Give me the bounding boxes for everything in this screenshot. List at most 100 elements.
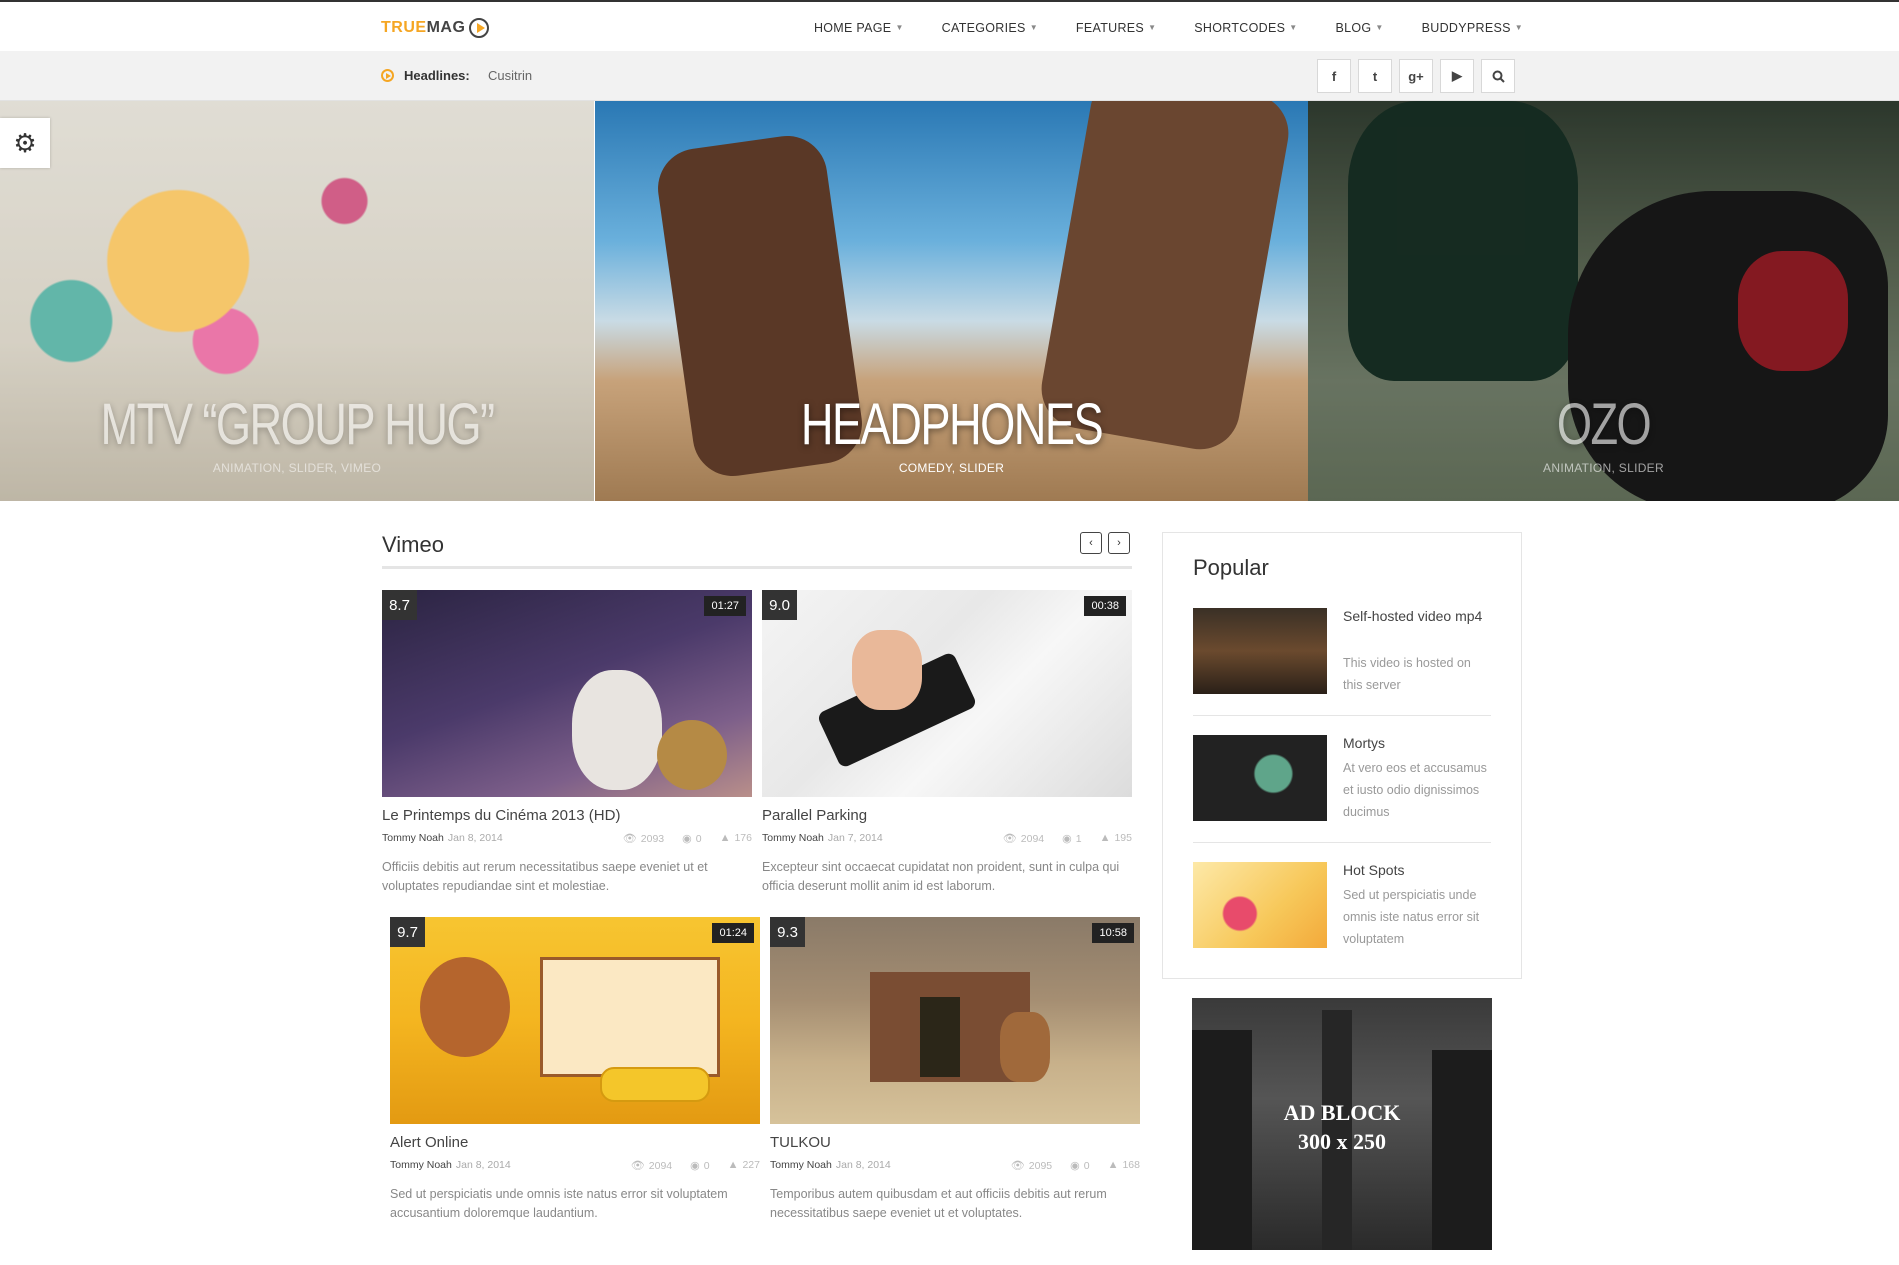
author-name[interactable]: Tommy Noah Jan 8, 2014 (770, 1159, 891, 1171)
author-name[interactable]: Tommy Noah Jan 8, 2014 (382, 832, 503, 844)
social-icons: f t g+ ▶ (1317, 59, 1515, 93)
nav-shortcodes[interactable]: SHORTCODES ▼ (1194, 21, 1297, 35)
post-date: Jan 8, 2014 (455, 1159, 511, 1171)
nav-label: HOME PAGE (813, 20, 892, 35)
nav-categories[interactable]: CATEGORIES ▼ (942, 21, 1038, 35)
comments-value: 0 (703, 1160, 710, 1172)
nav-home-page[interactable]: HOME PAGE ▼ (814, 21, 904, 35)
popular-excerpt: At vero eos et accusamus et iusto odio d… (1343, 761, 1487, 819)
video-excerpt: Temporibus autem quibusdam et aut offici… (770, 1187, 1107, 1220)
video-title[interactable]: TULKOU (770, 1134, 1140, 1151)
video-stats: 👁 2093 ◉ 0 ▲ 176 (623, 832, 752, 845)
headline-link[interactable]: Cusitrin (488, 68, 532, 83)
video-card: 9.7 01:24 Alert Online Tommy Noah Jan 8, … (390, 917, 760, 1223)
comments-value: 1 (1075, 833, 1082, 845)
video-thumbnail[interactable]: 9.0 00:38 (762, 590, 1132, 797)
nav-buddypress[interactable]: BUDDYPRESS ▼ (1422, 21, 1523, 35)
slide-headphones[interactable]: HEADPHONES COMEDY, SLIDER (595, 101, 1308, 501)
divider (1193, 715, 1491, 716)
twitter-icon[interactable]: t (1358, 59, 1392, 93)
popular-thumbnail[interactable] (1193, 608, 1327, 694)
comment-icon: ◉ (682, 833, 692, 845)
thumbs-up-icon: ▲ (1107, 1159, 1119, 1171)
top-navbar: TRUE MAG HOME PAGE ▼ CATEGORIES ▼ FEATURES… (0, 0, 1899, 51)
thumbnail-artwork (540, 957, 720, 1077)
chevron-left-icon[interactable]: ‹ (1080, 532, 1102, 554)
popular-title[interactable]: Hot Spots (1343, 860, 1491, 881)
nav-features[interactable]: FEATURES ▼ (1076, 21, 1156, 35)
facebook-icon[interactable]: f (1317, 59, 1351, 93)
video-meta: Tommy Noah Jan 8, 2014 👁 2093 ◉ 0 ▲ 176 (382, 832, 752, 848)
video-title[interactable]: Parallel Parking (762, 807, 1132, 824)
views-value: 2095 (1028, 1160, 1053, 1172)
search-icon[interactable] (1481, 59, 1515, 93)
popular-thumbnail[interactable] (1193, 735, 1327, 821)
nav-blog[interactable]: BLOG ▼ (1335, 21, 1383, 35)
duration-badge: 01:24 (712, 923, 754, 943)
section-title: Vimeo (382, 532, 444, 557)
popular-title[interactable]: Self-hosted video mp4 (1343, 606, 1491, 627)
video-meta: Tommy Noah Jan 7, 2014 👁 2094 ◉ 1 ▲ 195 (762, 832, 1132, 848)
video-meta: Tommy Noah Jan 8, 2014 👁 2095 ◉ 0 ▲ 168 (770, 1159, 1140, 1175)
video-title[interactable]: Alert Online (390, 1134, 760, 1151)
video-thumbnail[interactable]: 9.7 01:24 (390, 917, 760, 1124)
views-value: 2094 (648, 1160, 673, 1172)
duration-badge: 10:58 (1092, 923, 1134, 943)
gear-icon[interactable]: ⚙ (0, 118, 50, 168)
eye-icon: 👁 (630, 1160, 645, 1172)
video-card: 9.3 10:58 TULKOU Tommy Noah Jan 8, 2014 👁… (770, 917, 1140, 1223)
video-thumbnail[interactable]: 8.7 01:27 (382, 590, 752, 797)
nav-label: CATEGORIES (941, 20, 1026, 35)
likes-count: ▲ 176 (720, 832, 752, 845)
slide-mtv-group-hug[interactable]: MTV “GROUP HUG” ANIMATION, SLIDER, VIMEO (0, 101, 594, 501)
site-logo[interactable]: TRUE MAG (381, 18, 490, 38)
comment-icon: ◉ (1062, 833, 1072, 845)
video-title[interactable]: Le Printemps du Cinéma 2013 (HD) (382, 807, 752, 824)
slide-title[interactable]: MTV “GROUP HUG” (65, 391, 528, 458)
chevron-right-icon[interactable]: › (1108, 532, 1130, 554)
youtube-icon[interactable]: ▶ (1440, 59, 1474, 93)
duration-badge: 00:38 (1084, 596, 1126, 616)
ad-line-1: AD BLOCK (1283, 1100, 1401, 1125)
play-circle-icon (381, 69, 394, 82)
thumbnail-artwork (1000, 1012, 1050, 1082)
main-nav: HOME PAGE ▼ CATEGORIES ▼ FEATURES ▼ SHORTCO… (776, 2, 1523, 53)
popular-title[interactable]: Mortys (1343, 733, 1491, 754)
post-date: Jan 8, 2014 (835, 1159, 891, 1171)
eye-icon: 👁 (622, 833, 637, 845)
slide-categories: ANIMATION, SLIDER, VIMEO (212, 461, 382, 475)
likes-count: ▲ 195 (1100, 832, 1132, 845)
comments-count: ◉ 0 (682, 832, 701, 845)
likes-value: 168 (1122, 1159, 1140, 1171)
headlines-bar: Headlines: Cusitrin f t g+ ▶ (0, 51, 1899, 101)
eye-icon: 👁 (1002, 833, 1017, 845)
carousel-arrows: ‹ › (1080, 532, 1130, 554)
google-plus-icon[interactable]: g+ (1399, 59, 1433, 93)
post-date: Jan 8, 2014 (447, 832, 503, 844)
popular-thumbnail[interactable] (1193, 862, 1327, 948)
author-label: Tommy Noah (382, 832, 444, 844)
ad-line-2: 300 x 250 (1298, 1129, 1386, 1154)
logo-play-icon (469, 18, 490, 38)
nav-label: BUDDYPRESS (1421, 20, 1511, 35)
thumbnail-artwork (920, 997, 960, 1077)
slide-ozo[interactable]: OZO ANIMATION, SLIDER (1308, 101, 1899, 501)
likes-count: ▲ 227 (728, 1159, 760, 1172)
video-excerpt: Sed ut perspiciatis unde omnis iste natu… (390, 1187, 728, 1220)
video-excerpt: Excepteur sint occaecat cupidatat non pr… (762, 860, 1120, 893)
comments-count: ◉ 0 (1070, 1159, 1089, 1172)
chevron-down-icon: ▼ (1514, 23, 1523, 32)
rating-badge: 9.3 (770, 917, 805, 947)
comments-value: 0 (695, 833, 702, 845)
author-name[interactable]: Tommy Noah Jan 7, 2014 (762, 832, 883, 844)
ad-block[interactable]: AD BLOCK 300 x 250 (1192, 998, 1492, 1250)
video-thumbnail[interactable]: 9.3 10:58 (770, 917, 1140, 1124)
author-name[interactable]: Tommy Noah Jan 8, 2014 (390, 1159, 511, 1171)
slide-title[interactable]: HEADPHONES (673, 391, 1229, 458)
likes-value: 176 (734, 832, 752, 844)
chevron-down-icon: ▼ (1148, 23, 1157, 32)
views-count: 👁 2094 (631, 1159, 672, 1172)
video-card: 8.7 01:27 Le Printemps du Cinéma 2013 (H… (382, 590, 752, 896)
thumbnail-artwork (600, 1067, 710, 1102)
slide-title[interactable]: OZO (1373, 391, 1834, 458)
